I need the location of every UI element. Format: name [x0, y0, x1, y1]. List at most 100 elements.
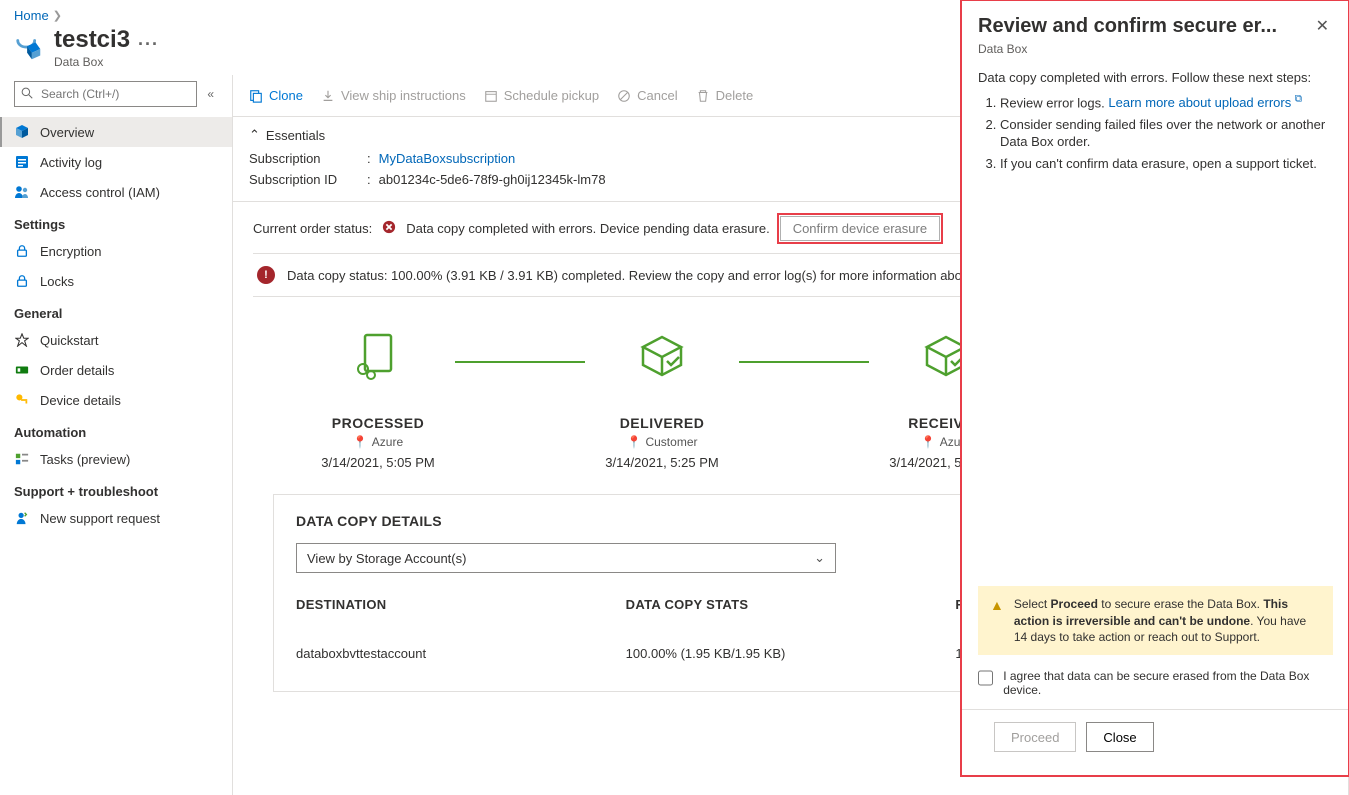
- warning-text: Select Proceed to secure erase the Data …: [1014, 596, 1321, 645]
- agree-checkbox[interactable]: [978, 670, 993, 686]
- error-icon: [382, 220, 396, 237]
- sidebar-item-locks[interactable]: Locks: [0, 266, 232, 296]
- search-icon: [21, 87, 33, 102]
- calendar-icon: [484, 89, 498, 103]
- col-copy-stats: DATA COPY STATS: [626, 597, 956, 612]
- sidebar-item-label: Activity log: [40, 155, 102, 170]
- chevron-right-icon: ❯: [53, 9, 62, 22]
- sidebar-item-label: Locks: [40, 274, 74, 289]
- collapse-sidebar-button[interactable]: «: [203, 87, 218, 101]
- learn-more-link[interactable]: Learn more about upload errors ⧉: [1108, 95, 1302, 110]
- schedule-pickup-button[interactable]: Schedule pickup: [484, 88, 599, 103]
- lock-icon: [14, 273, 30, 289]
- flyout-lead: Data copy completed with errors. Follow …: [978, 70, 1333, 85]
- sidebar-item-encryption[interactable]: Encryption: [0, 236, 232, 266]
- sidebar-item-device-details[interactable]: Device details: [0, 385, 232, 415]
- chevron-down-icon: ⌄: [814, 550, 825, 566]
- databox-icon: [14, 33, 44, 63]
- flyout-subtitle: Data Box: [962, 42, 1349, 70]
- sidebar-item-label: Encryption: [40, 244, 101, 259]
- sidebar-item-tasks[interactable]: Tasks (preview): [0, 444, 232, 474]
- breadcrumb-home[interactable]: Home: [14, 8, 49, 23]
- sidebar-item-order-details[interactable]: Order details: [0, 355, 232, 385]
- sidebar-item-activity-log[interactable]: Activity log: [0, 147, 232, 177]
- view-ship-button[interactable]: View ship instructions: [321, 88, 466, 103]
- sidebar-item-overview[interactable]: Overview: [0, 117, 232, 147]
- sidebar-group-settings: Settings: [0, 207, 232, 236]
- lock-icon: [14, 243, 30, 259]
- toolbar-label: Delete: [716, 88, 754, 103]
- access-control-icon: [14, 184, 30, 200]
- overview-icon: [14, 124, 30, 140]
- search-input-wrapper[interactable]: [14, 81, 197, 107]
- sidebar-group-support: Support + troubleshoot: [0, 474, 232, 503]
- processed-icon: [343, 333, 413, 379]
- sidebar-item-access-control[interactable]: Access control (IAM): [0, 177, 232, 207]
- more-menu-button[interactable]: ...: [138, 30, 159, 50]
- sidebar-item-label: Overview: [40, 125, 94, 140]
- page-title: testci3: [54, 27, 130, 53]
- confirm-erasure-panel: Review and confirm secure er... ✕ Data B…: [961, 0, 1349, 776]
- status-text: Data copy completed with errors. Device …: [406, 221, 769, 236]
- chevron-up-icon: ⌃: [249, 127, 260, 143]
- sidebar-group-general: General: [0, 296, 232, 325]
- clone-button[interactable]: Clone: [249, 88, 303, 103]
- sidebar-item-label: Device details: [40, 393, 121, 408]
- essentials-title: Essentials: [266, 128, 325, 143]
- tasks-icon: [14, 451, 30, 467]
- sidebar-item-new-support[interactable]: New support request: [0, 503, 232, 533]
- flyout-step-3: If you can't confirm data erasure, open …: [1000, 155, 1333, 173]
- order-details-icon: [14, 362, 30, 378]
- view-by-dropdown[interactable]: View by Storage Account(s) ⌄: [296, 543, 836, 573]
- step-time: 3/14/2021, 5:05 PM: [321, 455, 434, 470]
- sidebar-item-label: Tasks (preview): [40, 452, 130, 467]
- toolbar-label: View ship instructions: [341, 88, 466, 103]
- step-time: 3/14/2021, 5:25 PM: [605, 455, 718, 470]
- sidebar: « Overview Activity log Access control (…: [0, 75, 232, 795]
- external-link-icon: ⧉: [1295, 94, 1302, 105]
- step-location: Customer: [645, 435, 697, 449]
- proceed-button[interactable]: Proceed: [994, 722, 1076, 752]
- warning-icon: ▲: [990, 596, 1004, 645]
- cell-destination: databoxbvttestaccount: [296, 646, 626, 661]
- step-label: DELIVERED: [620, 415, 705, 431]
- alert-icon: !: [257, 266, 275, 284]
- subscription-link[interactable]: MyDataBoxsubscription: [379, 151, 516, 166]
- sidebar-item-label: Order details: [40, 363, 114, 378]
- sidebar-item-label: New support request: [40, 511, 160, 526]
- copy-status-text: Data copy status: 100.00% (3.91 KB / 3.9…: [287, 268, 1064, 283]
- flyout-title: Review and confirm secure er...: [978, 14, 1277, 38]
- cell-copy-stats: 100.00% (1.95 KB/1.95 KB): [626, 646, 956, 661]
- cancel-button[interactable]: Cancel: [617, 88, 677, 103]
- sidebar-group-automation: Automation: [0, 415, 232, 444]
- quickstart-icon: [14, 332, 30, 348]
- delete-button[interactable]: Delete: [696, 88, 754, 103]
- step-label: PROCESSED: [332, 415, 424, 431]
- support-icon: [14, 510, 30, 526]
- activity-log-icon: [14, 154, 30, 170]
- page-subtitle: Data Box: [54, 55, 159, 69]
- sidebar-item-label: Quickstart: [40, 333, 99, 348]
- sidebar-item-quickstart[interactable]: Quickstart: [0, 325, 232, 355]
- close-button[interactable]: Close: [1086, 722, 1153, 752]
- subscription-id-label: Subscription ID: [249, 172, 359, 187]
- trash-icon: [696, 89, 710, 103]
- toolbar-label: Clone: [269, 88, 303, 103]
- confirm-erasure-button[interactable]: Confirm device erasure: [780, 216, 940, 241]
- delivered-icon: [627, 333, 697, 379]
- pin-icon: 📍: [353, 435, 368, 449]
- pin-icon: 📍: [627, 435, 642, 449]
- agree-label: I agree that data can be secure erased f…: [1003, 669, 1333, 697]
- dropdown-value: View by Storage Account(s): [307, 551, 466, 566]
- download-icon: [321, 89, 335, 103]
- step-location: Azure: [372, 435, 403, 449]
- warning-box: ▲ Select Proceed to secure erase the Dat…: [978, 586, 1333, 655]
- status-label: Current order status:: [253, 221, 372, 236]
- flyout-step-2: Consider sending failed files over the n…: [1000, 116, 1333, 151]
- clone-icon: [249, 89, 263, 103]
- flyout-step-1: Review error logs. Learn more about uplo…: [1000, 93, 1333, 112]
- key-icon: [14, 392, 30, 408]
- search-input[interactable]: [39, 86, 190, 102]
- close-icon[interactable]: ✕: [1312, 14, 1333, 38]
- cancel-icon: [617, 89, 631, 103]
